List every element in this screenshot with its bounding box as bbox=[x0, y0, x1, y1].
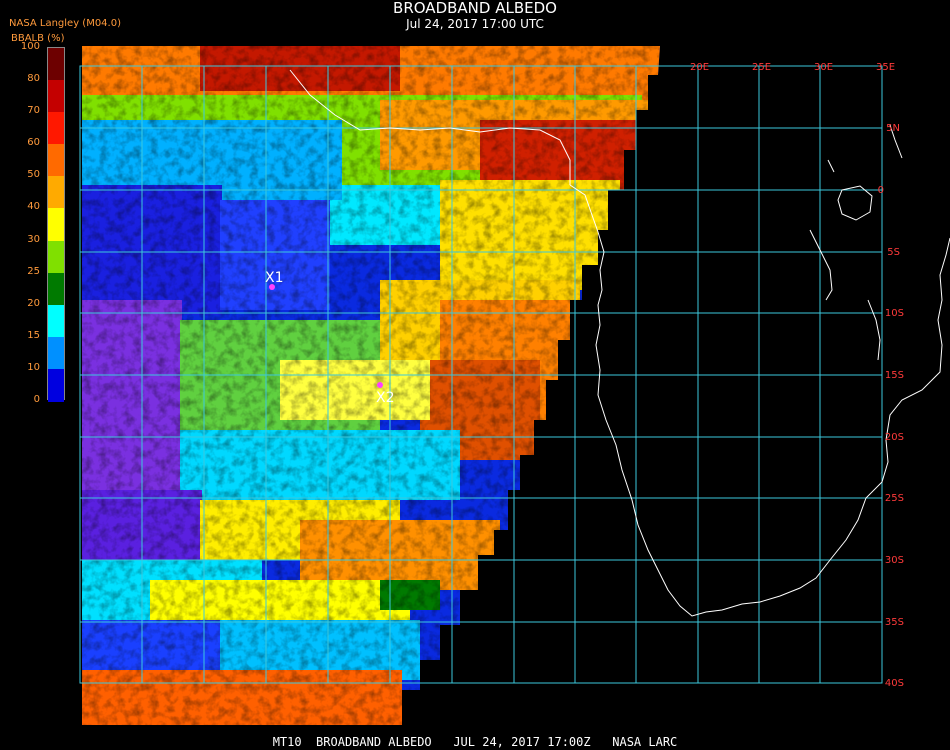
lon-label-35e: 35E bbox=[876, 62, 895, 73]
lat-label-35s: 35S bbox=[885, 617, 904, 628]
legend-swatch bbox=[48, 208, 64, 242]
legend-tick-label: 25 bbox=[27, 265, 40, 277]
lake-albert bbox=[827, 159, 835, 173]
lat-label-5n: 5N bbox=[886, 123, 900, 134]
legend-tick-label: 30 bbox=[27, 233, 40, 245]
legend-tick-label: 70 bbox=[27, 105, 40, 117]
albedo-map: 20E 25E 30E 35E 5N 0 5S 10S 15S 20S 25S … bbox=[79, 46, 950, 725]
lat-label-30s: 30S bbox=[885, 555, 904, 566]
legend-swatch bbox=[48, 176, 64, 210]
lat-label-15s: 15S bbox=[885, 370, 904, 381]
color-legend bbox=[47, 47, 65, 402]
lon-label-20e: 20E bbox=[690, 62, 709, 73]
legend-tick-label: 0 bbox=[33, 394, 40, 405]
lat-label-25s: 25S bbox=[885, 493, 904, 504]
source-label: NASA Langley (M04.0) bbox=[9, 18, 121, 29]
lat-label-10s: 10S bbox=[885, 308, 904, 319]
lake-tanganyika bbox=[809, 229, 833, 301]
lake-victoria bbox=[837, 185, 873, 221]
legend-swatch bbox=[48, 144, 64, 178]
footer-caption: MT10 BROADBAND ALBEDO JUL 24, 2017 17:00… bbox=[272, 735, 678, 749]
legend-swatch bbox=[48, 304, 64, 338]
lon-labels: 20E 25E 30E 35E bbox=[690, 62, 895, 73]
lon-label-30e: 30E bbox=[814, 62, 833, 73]
legend-swatch bbox=[48, 80, 64, 114]
lat-label-40s: 40S bbox=[885, 678, 904, 689]
marker-x1-label: X1 bbox=[265, 270, 284, 286]
legend-swatch bbox=[48, 112, 64, 146]
lat-label-0: 0 bbox=[878, 185, 884, 196]
map-title: BROADBAND ALBEDO bbox=[393, 0, 557, 17]
legend-swatch bbox=[48, 240, 64, 274]
lake-malawi bbox=[867, 299, 881, 361]
map-subtitle: Jul 24, 2017 17:00 UTC bbox=[406, 17, 544, 31]
legend-swatch bbox=[48, 368, 64, 402]
legend-tick-label: 100 bbox=[20, 41, 40, 52]
marker-x2-label: X2 bbox=[376, 390, 395, 406]
legend-tick-label: 10 bbox=[27, 361, 40, 373]
lon-label-25e: 25E bbox=[752, 62, 771, 73]
lat-label-5s: 5S bbox=[887, 247, 900, 258]
legend-tick-label: 40 bbox=[27, 201, 40, 213]
legend-tick-label: 60 bbox=[27, 137, 40, 149]
legend-tick-label: 50 bbox=[27, 169, 40, 181]
legend-swatch bbox=[48, 336, 64, 370]
legend-swatch bbox=[48, 272, 64, 306]
legend-tick-label: 80 bbox=[27, 73, 40, 85]
legend-swatch bbox=[48, 48, 64, 82]
legend-tick-label: 15 bbox=[27, 329, 40, 341]
lat-label-20s: 20S bbox=[885, 432, 904, 443]
legend-tick-label: 20 bbox=[27, 297, 40, 309]
